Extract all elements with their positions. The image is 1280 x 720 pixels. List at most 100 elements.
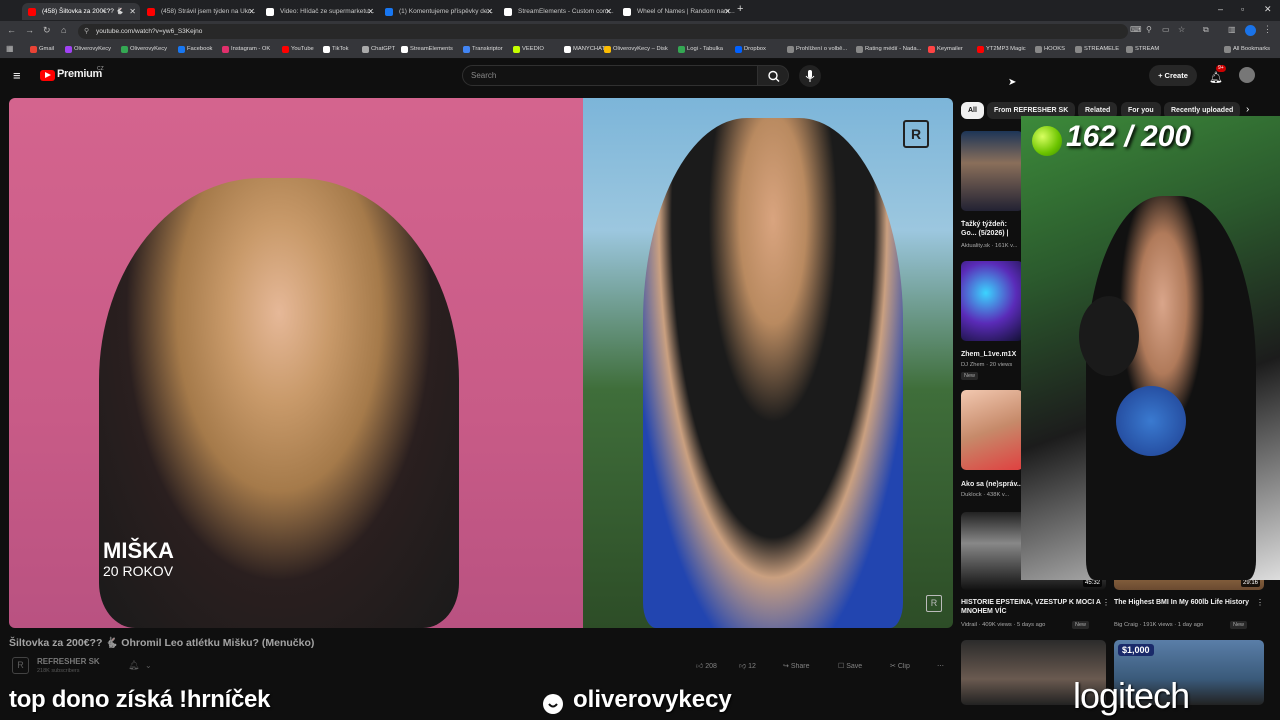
bookmark-item[interactable]: Keymailer [928, 41, 963, 58]
rec-meta: Aktuality.sk · 161K v... [961, 243, 1018, 249]
duration-badge: 45:32 [1082, 579, 1102, 587]
rec-thumbnail[interactable] [961, 261, 1023, 341]
bookmark-item[interactable]: YT2MP3 Magic [977, 41, 1026, 58]
bookmark-item[interactable]: VEEDIO [513, 41, 544, 58]
share-button[interactable]: ↪ Share [783, 658, 810, 675]
thumbs-up-icon: 👍︎ [696, 663, 706, 670]
channel-name[interactable]: REFRESHER SK [37, 657, 100, 666]
rec-title[interactable]: Zhem_L1ve.m1X [961, 350, 1023, 359]
bookmark-favicon-icon [362, 46, 369, 53]
rec-thumbnail[interactable] [961, 390, 1023, 470]
tab-close-icon[interactable]: ✕ [486, 3, 493, 20]
bookmark-item[interactable]: TikTok [323, 41, 349, 58]
bookmark-favicon-icon [463, 46, 470, 53]
youtube-logo-icon[interactable] [40, 70, 55, 81]
sidepanel-icon[interactable]: ▥ [1228, 25, 1236, 34]
notifications-button[interactable]: 🔔︎ 9+ [1209, 65, 1226, 84]
tab-close-icon[interactable]: ✕ [724, 3, 731, 20]
notification-count-badge: 9+ [1216, 65, 1226, 72]
bookmark-item[interactable]: MANYCHAT [564, 41, 605, 58]
search-input[interactable]: Search [462, 65, 758, 86]
bookmark-label: STREAM [1135, 46, 1160, 52]
bookmark-item[interactable]: Transkriptor [463, 41, 503, 58]
bookmark-item[interactable]: STREAMELE [1075, 41, 1119, 58]
like-button[interactable]: 👍︎ 208 [696, 658, 717, 675]
search-button[interactable] [757, 65, 789, 86]
rec-more-icon[interactable]: ⋮ [1102, 598, 1110, 607]
bookmark-label: Keymailer [937, 46, 963, 52]
browser-tab[interactable]: (458) Strávil jsem týden na Ukr... ✕ [141, 3, 259, 20]
channel-handle: oliverovykecy [573, 686, 732, 713]
tab-close-icon[interactable]: ✕ [367, 3, 374, 20]
bookmark-item[interactable]: Prohlížení o volbě... [787, 41, 847, 58]
bookmark-item[interactable]: Rating médií - Nada... [856, 41, 921, 58]
bookmark-item[interactable]: Instagram - OK [222, 41, 270, 58]
bookmark-item[interactable]: YouTube [282, 41, 314, 58]
browser-tab[interactable]: StreamElements - Custom com... ✕ [498, 3, 616, 20]
filter-chip[interactable]: All [961, 102, 984, 119]
browser-tab[interactable]: (458) Šiltovka za 200€?? 🐇 ✕ [22, 3, 140, 20]
bookmark-item[interactable]: StreamElements [401, 41, 453, 58]
bookmark-favicon-icon [65, 46, 72, 53]
bookmark-item[interactable]: STREAM [1126, 41, 1159, 58]
hamburger-menu-icon[interactable]: ≡ [13, 68, 21, 83]
create-button[interactable]: + Create [1149, 65, 1197, 86]
rec-title[interactable]: Ťažký týždeň: Go... (5/2026) | Aktuali..… [961, 220, 1023, 238]
browser-tab[interactable]: Video: Hlídač ze supermarketu... ✕ [260, 3, 378, 20]
zoom-icon[interactable]: ⚲ [1146, 25, 1152, 34]
bookmark-item[interactable]: Dropbox [735, 41, 766, 58]
video-title: Šiltovka za 200€?? 🐇 Ohromil Leo atlétku… [9, 637, 315, 649]
rec-title[interactable]: The Highest BMI In My 600lb Life History [1114, 598, 1254, 607]
apps-grid-icon[interactable]: ▦ [6, 44, 14, 53]
voice-search-button[interactable] [799, 65, 821, 87]
back-icon[interactable]: ← [7, 25, 16, 35]
bookmark-item[interactable]: ChatGPT [362, 41, 395, 58]
maximize-icon[interactable]: ▫ [1241, 4, 1244, 14]
dislike-button[interactable]: 👎︎ 12 [739, 658, 756, 675]
bookmark-favicon-icon [121, 46, 128, 53]
bookmark-item[interactable]: Logi - Tabulka [678, 41, 723, 58]
chevron-down-icon[interactable]: ⌄ [145, 661, 152, 670]
minimize-icon[interactable]: – [1218, 4, 1223, 14]
rec-more-icon[interactable]: ⋮ [1256, 598, 1264, 607]
chevron-right-icon[interactable]: › [1246, 104, 1249, 115]
bookmark-item[interactable]: Gmail [30, 41, 54, 58]
bookmark-item[interactable]: HOOKS [1035, 41, 1065, 58]
browser-tab[interactable]: Wheel of Names | Random nam... ✕ [617, 3, 735, 20]
close-window-icon[interactable]: ✕ [1264, 4, 1272, 15]
menu-kebab-icon[interactable]: ⋮ [1263, 24, 1272, 35]
rec-thumbnail[interactable] [961, 131, 1023, 211]
channel-avatar[interactable]: R [12, 657, 29, 674]
forward-icon[interactable]: → [25, 25, 34, 35]
extensions-icon[interactable]: ⧉ [1203, 25, 1209, 35]
video-player[interactable]: MIŠKA 20 ROKOV R R [9, 98, 953, 628]
bookmark-item[interactable]: Facebook [178, 41, 212, 58]
rec-title[interactable]: HISTORIE EPSTEINA, VZESTUP K MOCI A MNOH… [961, 598, 1101, 616]
save-button[interactable]: ☐ Save [838, 658, 862, 675]
reload-icon[interactable]: ↻ [43, 25, 51, 36]
tab-close-icon[interactable]: ✕ [605, 3, 612, 20]
new-badge: New [1230, 621, 1248, 629]
more-actions-icon[interactable]: ⋯ [937, 658, 944, 675]
all-bookmarks-button[interactable]: All Bookmarks [1224, 41, 1270, 58]
bookmark-label: HOOKS [1044, 46, 1065, 52]
site-info-icon[interactable]: ⚲ [84, 24, 89, 39]
bookmark-item[interactable]: OliverovyKecy [65, 41, 111, 58]
bookmark-item[interactable]: OliverovyKecy – Disk [604, 41, 668, 58]
tab-close-icon[interactable]: ✕ [129, 3, 136, 20]
profile-avatar[interactable] [1245, 25, 1256, 36]
cast-icon[interactable]: ▭ [1162, 25, 1170, 34]
clip-button[interactable]: ✂ Clip [890, 658, 910, 675]
home-icon[interactable]: ⌂ [61, 25, 66, 35]
rec-title[interactable]: Ako sa (ne)správ... [961, 480, 1023, 489]
account-avatar[interactable] [1239, 67, 1255, 83]
bell-icon[interactable]: 🔔︎ [128, 660, 139, 671]
bookmark-item[interactable]: OliverovyKecy [121, 41, 167, 58]
browser-tab[interactable]: (1) Komentujeme příspěvky de... ✕ [379, 3, 497, 20]
new-tab-button[interactable]: + [737, 3, 743, 15]
translate-icon[interactable]: ⌨ [1130, 25, 1142, 34]
address-bar[interactable]: ⚲ youtube.com/watch?v=yw6_S3Kejno [78, 24, 1128, 39]
bookmark-star-icon[interactable]: ☆ [1178, 25, 1185, 34]
tab-close-icon[interactable]: ✕ [248, 3, 255, 20]
youtube-premium-logo[interactable]: Premium [57, 68, 102, 80]
